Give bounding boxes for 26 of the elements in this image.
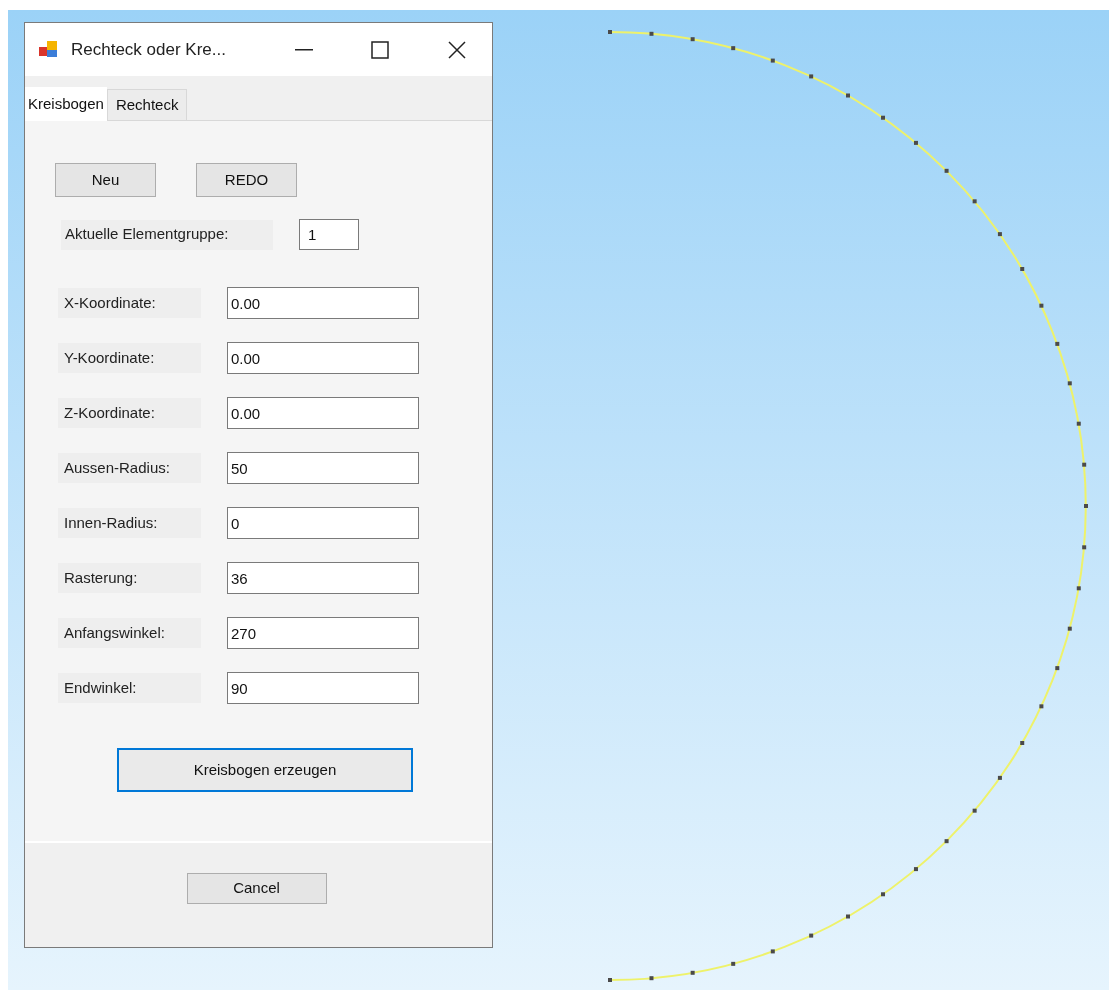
input-field[interactable]: 36 <box>227 562 419 594</box>
action-button[interactable]: Neu <box>55 163 156 197</box>
input-field[interactable]: 1 <box>299 219 359 250</box>
input-field[interactable]: 0 <box>227 507 419 539</box>
field-label: Aussen-Radius: <box>58 453 201 483</box>
field-label: X-Koordinate: <box>58 288 201 318</box>
input-field[interactable]: 90 <box>227 672 419 704</box>
field-label: Rasterung: <box>58 563 201 593</box>
create-arc-button[interactable]: Kreisbogen erzeugen <box>117 748 413 792</box>
input-field[interactable]: 50 <box>227 452 419 484</box>
field-label: Innen-Radius: <box>58 508 201 538</box>
field-label: Anfangswinkel: <box>58 618 201 648</box>
field-label: Y-Koordinate: <box>58 343 201 373</box>
app-icon <box>39 40 59 59</box>
input-field[interactable]: 0.00 <box>227 397 419 429</box>
input-field[interactable]: 270 <box>227 617 419 649</box>
action-button[interactable]: REDO <box>196 163 297 197</box>
tab[interactable]: Kreisbogen <box>25 87 107 121</box>
field-label: Endwinkel: <box>58 673 201 703</box>
input-field[interactable]: 0.00 <box>227 287 419 319</box>
field-label: Aktuelle Elementgruppe: <box>61 219 273 250</box>
window-title: Rechteck oder Kre... <box>71 38 227 61</box>
field-label: Z-Koordinate: <box>58 398 201 428</box>
tab[interactable]: Rechteck <box>106 89 188 120</box>
input-field[interactable]: 0.00 <box>227 342 419 374</box>
cancel-button[interactable]: Cancel <box>186 873 327 904</box>
